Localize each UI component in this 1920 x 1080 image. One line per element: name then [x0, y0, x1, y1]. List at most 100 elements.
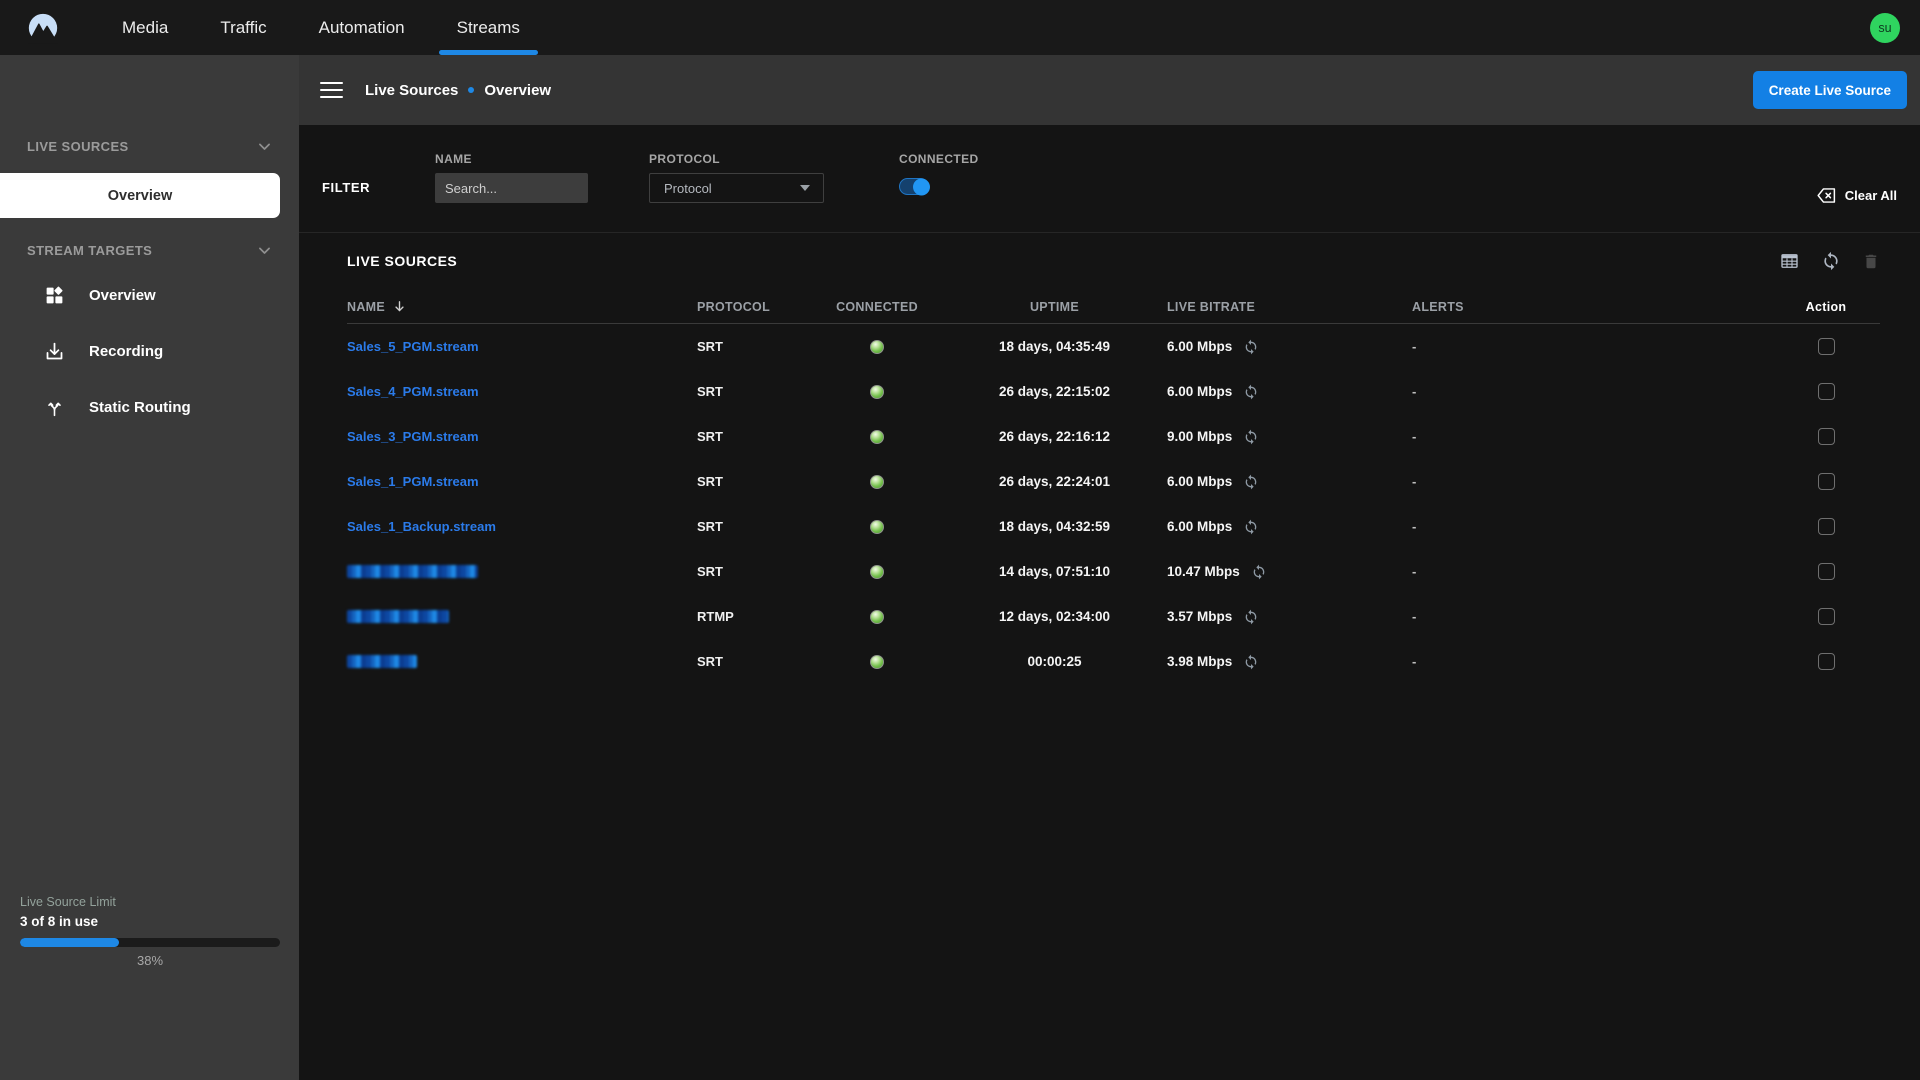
connected-status-icon: [870, 430, 884, 444]
clear-all-button[interactable]: Clear All: [1816, 185, 1897, 206]
column-header-live-bitrate[interactable]: LIVE BITRATE: [1167, 300, 1412, 314]
connected-status-icon: [870, 340, 884, 354]
table-body: Sales_5_PGM.stream SRT 18 days, 04:35:49…: [347, 324, 1880, 684]
sidebar-section-stream-targets[interactable]: STREAM TARGETS: [0, 238, 299, 262]
filter-label: FILTER: [322, 180, 372, 195]
sidebar-item-label: Overview: [108, 188, 173, 204]
cell-uptime: 18 days, 04:35:49: [999, 339, 1110, 354]
connected-status-icon: [870, 655, 884, 669]
sort-descending-icon: [392, 299, 407, 314]
breadcrumb-separator-dot: [468, 87, 474, 93]
table-view-icon: [1779, 251, 1800, 271]
row-checkbox[interactable]: [1818, 383, 1835, 400]
sidebar-item-live-sources-overview[interactable]: Overview: [0, 173, 280, 218]
redacted-name[interactable]: [347, 565, 478, 578]
user-avatar[interactable]: su: [1870, 13, 1900, 43]
column-header-protocol[interactable]: PROTOCOL: [697, 300, 812, 314]
sidebar-item-static-routing[interactable]: Static Routing: [0, 385, 299, 430]
row-checkbox[interactable]: [1818, 563, 1835, 580]
bitrate-value: 9.00 Mbps: [1167, 429, 1232, 444]
row-checkbox[interactable]: [1818, 608, 1835, 625]
column-header-connected[interactable]: CONNECTED: [836, 300, 918, 314]
live-source-limit-bar-fill: [20, 938, 119, 947]
menu-toggle-icon[interactable]: [320, 82, 343, 99]
live-source-name-link[interactable]: Sales_5_PGM.stream: [347, 339, 479, 354]
column-label: NAME: [347, 300, 385, 314]
cell-uptime: 26 days, 22:15:02: [999, 384, 1110, 399]
cell-bitrate: 3.57 Mbps: [1167, 609, 1412, 625]
row-checkbox[interactable]: [1818, 653, 1835, 670]
live-source-name-link[interactable]: Sales_3_PGM.stream: [347, 429, 479, 444]
redacted-name[interactable]: [347, 610, 449, 623]
live-source-name-link[interactable]: Sales_4_PGM.stream: [347, 384, 479, 399]
protocol-select[interactable]: Protocol: [649, 173, 824, 203]
column-header-action[interactable]: Action: [1806, 300, 1847, 314]
table-row: Sales_1_PGM.stream SRT 26 days, 22:24:01…: [347, 459, 1880, 504]
table-row: Sales_5_PGM.stream SRT 18 days, 04:35:49…: [347, 324, 1880, 369]
cell-uptime: 14 days, 07:51:10: [999, 564, 1110, 579]
section-divider: [299, 232, 1920, 233]
app-logo-icon[interactable]: [26, 11, 60, 45]
column-header-uptime[interactable]: UPTIME: [1030, 300, 1079, 314]
cell-bitrate: 6.00 Mbps: [1167, 474, 1412, 490]
live-source-name-link[interactable]: Sales_1_PGM.stream: [347, 474, 479, 489]
cell-protocol: SRT: [697, 654, 812, 669]
bitrate-value: 6.00 Mbps: [1167, 339, 1232, 354]
column-header-name[interactable]: NAME: [347, 299, 697, 314]
cell-protocol: SRT: [697, 339, 812, 354]
cell-name: Sales_5_PGM.stream: [347, 338, 697, 356]
breadcrumb-page[interactable]: Overview: [484, 82, 551, 99]
sidebar-section-stream-targets-label: STREAM TARGETS: [27, 243, 152, 258]
nav-item-media[interactable]: Media: [96, 0, 194, 55]
table-header-row: NAME PROTOCOL CONNECTED UPTIME LIVE BITR…: [347, 290, 1880, 324]
clear-all-label: Clear All: [1845, 188, 1897, 203]
cell-alerts: -: [1412, 519, 1772, 534]
redacted-name[interactable]: [347, 655, 417, 668]
table-view-button[interactable]: [1779, 251, 1800, 271]
connected-toggle[interactable]: [899, 178, 929, 195]
row-checkbox[interactable]: [1818, 473, 1835, 490]
table-row: Sales_3_PGM.stream SRT 26 days, 22:16:12…: [347, 414, 1880, 459]
refresh-icon: [1821, 251, 1841, 271]
nav-item-streams[interactable]: Streams: [431, 0, 546, 55]
cell-name: Sales_1_Backup.stream: [347, 518, 697, 536]
search-input[interactable]: [435, 173, 588, 203]
cell-protocol: RTMP: [697, 609, 812, 624]
sidebar-section-live-sources[interactable]: LIVE SOURCES: [0, 134, 299, 158]
cell-protocol: SRT: [697, 474, 812, 489]
page-header: Live Sources Overview Create Live Source: [299, 55, 1920, 125]
row-checkbox[interactable]: [1818, 518, 1835, 535]
sync-icon: [1243, 519, 1259, 535]
sidebar-item-recording[interactable]: Recording: [0, 329, 299, 374]
nav-item-automation[interactable]: Automation: [293, 0, 431, 55]
table-row: SRT 00:00:25 3.98 Mbps -: [347, 639, 1880, 684]
cell-bitrate: 3.98 Mbps: [1167, 654, 1412, 670]
sync-icon: [1243, 384, 1259, 400]
row-checkbox[interactable]: [1818, 428, 1835, 445]
connected-status-icon: [870, 520, 884, 534]
delete-button[interactable]: [1862, 252, 1880, 271]
sidebar-item-stream-targets-overview[interactable]: Overview: [0, 273, 299, 318]
cell-alerts: -: [1412, 429, 1772, 444]
filter-bar: FILTER NAME PROTOCOL Protocol CONNECTED: [299, 125, 1920, 232]
cell-name: Sales_1_PGM.stream: [347, 473, 697, 491]
column-header-alerts[interactable]: ALERTS: [1412, 300, 1772, 314]
cell-bitrate: 6.00 Mbps: [1167, 519, 1412, 535]
breadcrumb-section[interactable]: Live Sources: [365, 82, 458, 99]
live-source-limit-usage: 3 of 8 in use: [20, 914, 280, 929]
row-checkbox[interactable]: [1818, 338, 1835, 355]
cell-bitrate: 10.47 Mbps: [1167, 564, 1412, 580]
name-filter-label: NAME: [435, 152, 588, 166]
refresh-button[interactable]: [1821, 251, 1841, 271]
cell-alerts: -: [1412, 384, 1772, 399]
live-source-name-link[interactable]: Sales_1_Backup.stream: [347, 519, 496, 534]
cell-alerts: -: [1412, 564, 1772, 579]
cell-uptime: 18 days, 04:32:59: [999, 519, 1110, 534]
protocol-filter-label: PROTOCOL: [649, 152, 824, 166]
sidebar-item-label: Overview: [89, 287, 156, 304]
nav-item-traffic[interactable]: Traffic: [194, 0, 292, 55]
caret-down-icon: [800, 185, 810, 191]
cell-name: [347, 565, 697, 578]
cell-name: [347, 610, 697, 623]
create-live-source-button[interactable]: Create Live Source: [1753, 71, 1907, 109]
